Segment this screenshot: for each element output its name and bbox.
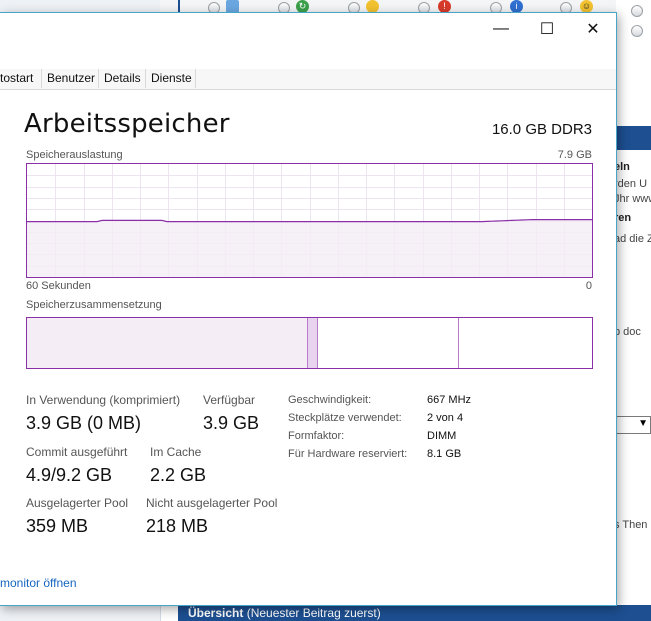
close-button[interactable]: ✕ xyxy=(570,13,616,45)
usage-area xyxy=(27,219,592,277)
form-factor-label: Formfaktor: xyxy=(288,430,345,442)
memory-total: 16.0 GB DDR3 xyxy=(491,121,592,138)
commit-value: 4.9/9.2 GB xyxy=(26,465,113,485)
tab-autostart[interactable]: tostart xyxy=(0,69,42,88)
paged-pool-label: Ausgelagerter Pool xyxy=(26,496,129,510)
tab-bar: tostart Benutzer Details Dienste xyxy=(0,69,616,90)
hardware-reserved-label: Für Hardware reserviert: xyxy=(288,448,408,460)
maximize-icon: ☐ xyxy=(539,21,555,38)
speed-value: 667 MHz xyxy=(427,394,472,406)
composition-modified[interactable] xyxy=(307,318,318,368)
cached-label: Im Cache xyxy=(150,445,202,459)
in-use-value: 3.9 GB (0 MB) xyxy=(26,413,142,433)
radio-button[interactable] xyxy=(631,25,643,37)
tab-details[interactable]: Details xyxy=(99,69,146,88)
dropdown-arrow-icon: ▼ xyxy=(638,418,648,429)
cached-value: 2.2 GB xyxy=(150,465,207,485)
hardware-reserved-value: 8.1 GB xyxy=(427,448,462,460)
background-dropdown[interactable]: ▼ xyxy=(614,416,651,434)
composition-standby[interactable] xyxy=(318,318,459,368)
resource-monitor-link[interactable]: monitor öffnen xyxy=(0,576,77,590)
background-text: Jhr www. xyxy=(614,193,651,205)
background-header-bar xyxy=(612,126,651,150)
close-icon: ✕ xyxy=(586,21,600,38)
maximize-button[interactable]: ☐ xyxy=(524,13,570,45)
nonpaged-pool-label: Nicht ausgelagerter Pool xyxy=(146,496,278,510)
slots-label: Steckplätze verwendet: xyxy=(288,412,402,424)
title-bar[interactable]: — ☐ ✕ xyxy=(0,13,616,45)
minimize-button[interactable]: — xyxy=(478,13,524,45)
minimize-icon: — xyxy=(493,20,509,37)
composition-free[interactable] xyxy=(459,318,592,368)
memory-usage-chart xyxy=(27,164,592,277)
slots-value: 2 von 4 xyxy=(427,412,464,424)
background-text: ad die Z xyxy=(614,233,651,245)
available-label: Verfügbar xyxy=(203,393,256,407)
usage-graph-max: 7.9 GB xyxy=(557,149,592,161)
tab-dienste[interactable]: Dienste xyxy=(146,69,196,88)
background-text: rden U xyxy=(614,178,648,190)
available-value: 3.9 GB xyxy=(203,413,260,433)
footer-bold-text: Übersicht xyxy=(188,606,244,620)
background-text: s Then xyxy=(614,519,648,531)
usage-graph-label: Speicherauslastung xyxy=(26,149,123,161)
tab-benutzer[interactable]: Benutzer xyxy=(42,69,99,88)
footer-text: (Neuester Beitrag zuerst) xyxy=(243,606,381,620)
background-text: p doc xyxy=(614,326,641,338)
graph-time-right: 0 xyxy=(585,280,592,292)
commit-label: Commit ausgeführt xyxy=(26,445,128,459)
radio-button[interactable] xyxy=(631,5,643,17)
paged-pool-value: 359 MB xyxy=(26,516,89,536)
speed-label: Geschwindigkeit: xyxy=(288,394,372,406)
task-manager-window: — ☐ ✕ tostart Benutzer Details Dienste A… xyxy=(0,12,617,606)
memory-usage-graph xyxy=(26,163,593,278)
composition-in-use[interactable] xyxy=(27,318,307,368)
nonpaged-pool-value: 218 MB xyxy=(146,516,209,536)
composition-label: Speicherzusammensetzung xyxy=(26,299,162,311)
form-factor-value: DIMM xyxy=(427,430,457,442)
background-footer-bar: Übersicht (Neuester Beitrag zuerst) xyxy=(178,605,651,621)
in-use-label: In Verwendung (komprimiert) xyxy=(26,393,181,407)
memory-composition-bar xyxy=(26,317,593,369)
graph-time-left: 60 Sekunden xyxy=(26,280,91,292)
page-title: Arbeitsspeicher xyxy=(24,109,230,139)
